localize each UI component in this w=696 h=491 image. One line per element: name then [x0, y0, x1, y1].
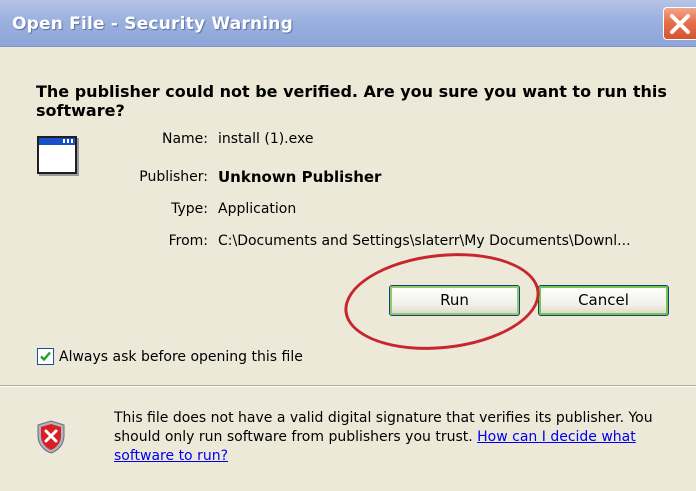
- warning-headline: The publisher could not be verified. Are…: [36, 82, 667, 120]
- publisher-label: Publisher:: [139, 169, 208, 185]
- name-value: install (1).exe: [218, 131, 314, 147]
- type-label: Type:: [171, 201, 208, 217]
- publisher-value: Unknown Publisher: [218, 168, 382, 186]
- window-title: Open File - Security Warning: [12, 14, 293, 34]
- name-label: Name:: [161, 131, 208, 147]
- cancel-button[interactable]: Cancel: [538, 285, 669, 316]
- close-button[interactable]: [663, 7, 696, 40]
- security-warning-dialog: Open File - Security Warning The publish…: [0, 0, 696, 491]
- checkmark-icon: [40, 351, 51, 362]
- from-label: From:: [168, 233, 208, 249]
- from-value: C:\Documents and Settings\slaterr\My Doc…: [218, 233, 631, 249]
- title-bar[interactable]: Open File - Security Warning: [0, 0, 696, 47]
- shield-error-icon: [37, 420, 65, 454]
- type-value: Application: [218, 201, 297, 217]
- section-divider: [0, 385, 696, 387]
- signature-warning: This file does not have a valid digital …: [114, 409, 684, 466]
- always-ask-checkbox[interactable]: [37, 348, 54, 365]
- always-ask-label[interactable]: Always ask before opening this file: [59, 349, 303, 365]
- run-highlight-annotation: [339, 244, 545, 359]
- close-x-icon: [670, 14, 690, 34]
- application-window-icon: [37, 136, 77, 174]
